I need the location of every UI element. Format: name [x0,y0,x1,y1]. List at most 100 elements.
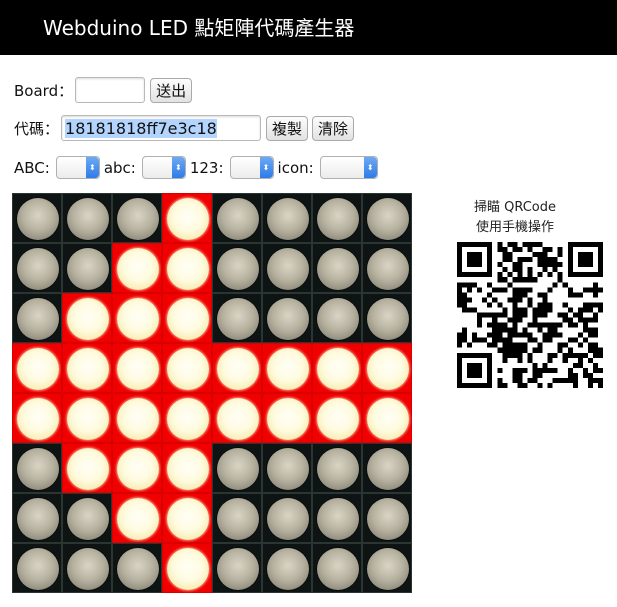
led-cell[interactable] [262,293,312,343]
led-cell[interactable] [62,543,112,593]
qr-module [527,267,533,273]
uppercase-select[interactable]: ⬍ [55,156,100,179]
led-cell[interactable] [262,493,312,543]
led-cell[interactable] [212,543,262,593]
led-cell[interactable] [12,393,62,443]
led-cell[interactable] [112,293,162,343]
led-cell[interactable] [262,243,312,293]
led-cell[interactable] [162,193,212,243]
led-cell[interactable] [112,343,162,393]
led-cell[interactable] [162,543,212,593]
led-cell[interactable] [62,393,112,443]
led-cell[interactable] [212,343,262,393]
led-cell[interactable] [212,193,262,243]
copy-button[interactable]: 複製 [266,115,309,141]
qr-module [547,262,553,268]
led-cell[interactable] [362,443,412,493]
led-cell[interactable] [12,243,62,293]
led-cell[interactable] [312,443,362,493]
qr-module [572,377,578,383]
led-cell[interactable] [362,543,412,593]
led-cell[interactable] [212,443,262,493]
send-button[interactable]: 送出 [150,77,193,103]
led-cell[interactable] [212,243,262,293]
lowercase-select[interactable]: ⬍ [141,156,186,179]
board-label: Board： [14,81,74,100]
qr-module [522,292,528,298]
led-cell[interactable] [362,393,412,443]
qr-module [582,367,588,373]
led-cell[interactable] [312,543,362,593]
led-cell[interactable] [262,393,312,443]
led-cell[interactable] [62,193,112,243]
led-cell[interactable] [112,443,162,493]
qr-module [457,342,463,348]
led-cell[interactable] [62,443,112,493]
led-cell[interactable] [162,393,212,443]
qr-module [572,337,578,343]
led-cell[interactable] [262,443,312,493]
led-cell[interactable] [12,543,62,593]
led-cell[interactable] [362,343,412,393]
qr-module [522,242,528,248]
qr-module [482,382,488,388]
led-cell[interactable] [312,343,362,393]
led-cell[interactable] [12,343,62,393]
led-cell[interactable] [362,193,412,243]
led-cell[interactable] [12,193,62,243]
icon-select[interactable]: ⬍ [319,156,378,179]
led-cell[interactable] [162,343,212,393]
led-cell[interactable] [262,543,312,593]
led-on [17,348,59,390]
qr-module [542,302,548,308]
led-cell[interactable] [262,193,312,243]
qr-module [597,352,603,358]
led-cell[interactable] [212,393,262,443]
qr-module [492,332,498,338]
led-cell[interactable] [62,343,112,393]
led-cell[interactable] [112,493,162,543]
led-cell[interactable] [162,243,212,293]
led-cell[interactable] [362,493,412,543]
qr-module [577,362,583,368]
led-cell[interactable] [112,393,162,443]
led-cell[interactable] [312,193,362,243]
led-off [367,198,409,240]
led-cell[interactable] [162,443,212,493]
led-cell[interactable] [112,543,162,593]
led-cell[interactable] [212,493,262,543]
led-off [317,198,359,240]
led-cell[interactable] [212,293,262,343]
board-input[interactable] [75,77,146,103]
led-cell[interactable] [62,243,112,293]
clear-button[interactable]: 清除 [312,115,355,141]
qr-module [482,352,488,358]
led-cell[interactable] [112,193,162,243]
led-cell[interactable] [312,293,362,343]
led-cell[interactable] [312,243,362,293]
qr-module [527,247,533,253]
qr-module [497,327,503,333]
led-cell[interactable] [312,493,362,543]
led-cell[interactable] [112,243,162,293]
led-cell[interactable] [12,493,62,543]
led-cell[interactable] [362,243,412,293]
number-select[interactable]: ⬍ [229,156,274,179]
qr-module [522,347,528,353]
led-cell[interactable] [12,293,62,343]
qr-module [532,277,538,283]
led-on [167,498,209,540]
led-cell[interactable] [362,293,412,343]
qr-module [517,347,523,353]
led-cell[interactable] [162,293,212,343]
led-cell[interactable] [62,493,112,543]
led-off [267,248,309,290]
led-cell[interactable] [62,293,112,343]
led-cell[interactable] [312,393,362,443]
qr-module [497,262,503,268]
qr-module [592,287,598,293]
led-cell[interactable] [162,493,212,543]
code-input[interactable]: 18181818ff7e3c18 [61,115,262,141]
led-cell[interactable] [12,443,62,493]
led-cell[interactable] [262,343,312,393]
